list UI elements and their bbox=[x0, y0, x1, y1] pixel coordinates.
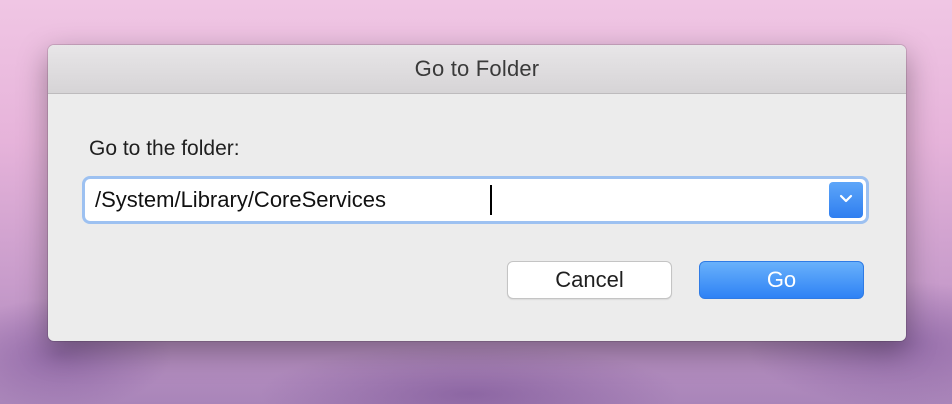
recent-folders-dropdown-button[interactable] bbox=[829, 182, 863, 218]
dialog-title: Go to Folder bbox=[414, 56, 540, 81]
folder-path-input[interactable] bbox=[85, 179, 829, 221]
dialog-titlebar: Go to Folder bbox=[48, 45, 906, 94]
cancel-button[interactable]: Cancel bbox=[507, 261, 672, 299]
chevron-down-icon bbox=[839, 191, 853, 209]
folder-path-combobox[interactable] bbox=[85, 179, 866, 221]
folder-prompt-label: Go to the folder: bbox=[89, 137, 240, 160]
text-cursor bbox=[490, 185, 492, 215]
go-button[interactable]: Go bbox=[699, 261, 864, 299]
go-to-folder-dialog: Go to Folder Go to the folder: Cancel Go bbox=[48, 45, 906, 341]
